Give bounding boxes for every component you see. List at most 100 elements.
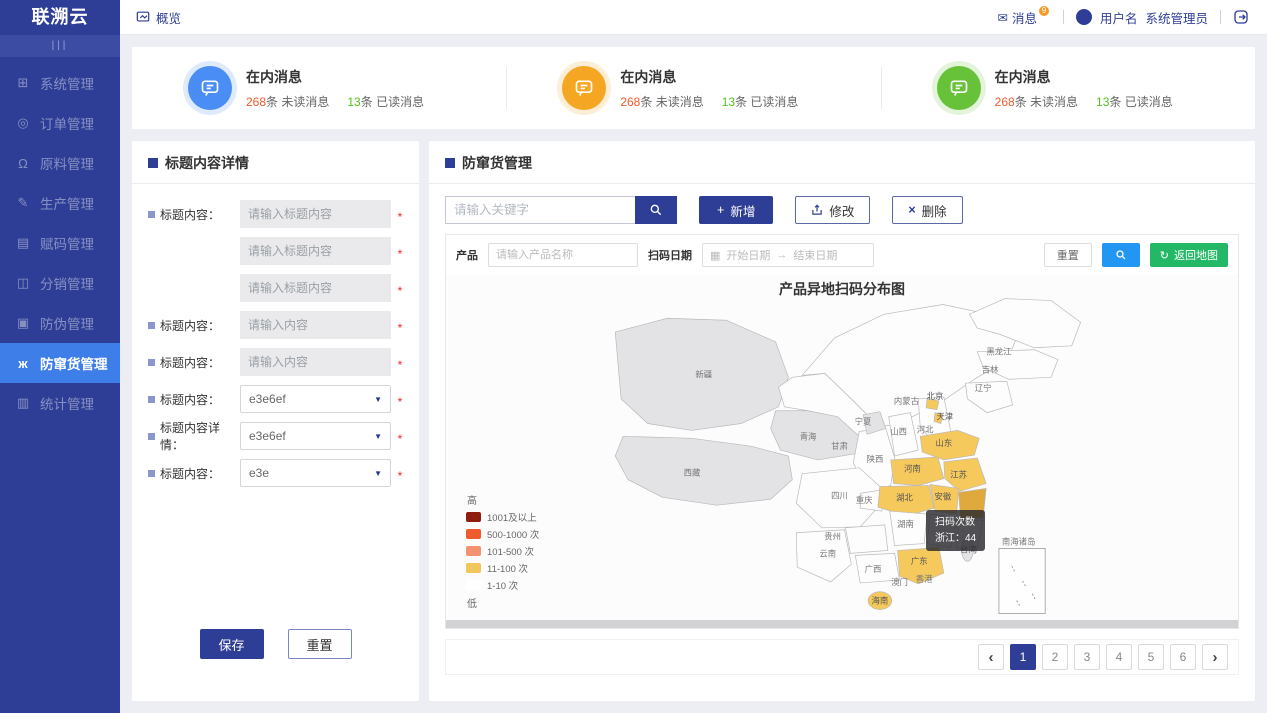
person-icon: ж — [15, 356, 31, 371]
pagination-page-6[interactable]: 6 — [1170, 644, 1196, 670]
province-label: 黑龙江 — [986, 347, 1012, 357]
content-input-2[interactable] — [240, 348, 391, 376]
sidebar-item-statistics[interactable]: ▥统计管理 — [0, 383, 120, 423]
form-row: 标题内容： e3e6ef▼ * — [148, 385, 405, 413]
keyword-input[interactable] — [445, 196, 635, 224]
sidebar-item-system[interactable]: ⊞系统管理 — [0, 63, 120, 103]
messages-link[interactable]: ✉ 消息 9 — [997, 8, 1051, 27]
legend-low: 低 — [467, 595, 539, 610]
read-count: 13 — [722, 95, 735, 109]
title-input-1[interactable] — [240, 200, 391, 228]
read-count: 13 — [347, 95, 360, 109]
province-label: 江苏 — [950, 470, 967, 480]
pagination-prev[interactable]: ‹ — [978, 644, 1004, 670]
province-label: 广西 — [865, 564, 882, 574]
logout-button[interactable] — [1233, 9, 1249, 25]
title-detail-panel: 标题内容详情 标题内容： * * — [132, 141, 419, 701]
title-form: 标题内容： * * * — [132, 184, 419, 487]
chat-bubble-icon — [188, 66, 232, 110]
divider — [1063, 10, 1064, 24]
sidebar-item-materials[interactable]: Ω原料管理 — [0, 143, 120, 183]
province-shape-xizang[interactable] — [615, 436, 792, 505]
app-root: 联溯云 ||| ⊞系统管理 ◎订单管理 Ω原料管理 ✎生产管理 ▤赋码管理 ◫分… — [0, 0, 1267, 713]
map-bottom-strip — [446, 620, 1238, 628]
topbar-right: ✉ 消息 9 用户名 系统管理员 — [997, 8, 1249, 27]
title-detail-select[interactable]: e3e6ef▼ — [240, 422, 391, 450]
user-menu[interactable]: 用户名 系统管理员 — [1076, 8, 1208, 27]
form-row: 标题内容： * — [148, 311, 405, 339]
pagination-page-4[interactable]: 4 — [1106, 644, 1132, 670]
field-bullet — [148, 211, 155, 218]
cube-icon: ⊞ — [15, 75, 31, 91]
sidebar-item-production[interactable]: ✎生产管理 — [0, 183, 120, 223]
form-row: * — [148, 274, 405, 302]
anti-channel-panel: 防窜货管理 +新增 修改 — [429, 141, 1255, 701]
sidebar-item-anti-fake[interactable]: ▣防伪管理 — [0, 303, 120, 343]
province-label: 山西 — [890, 426, 907, 436]
china-map: 产品异地扫码分布图 — [446, 275, 1238, 628]
province-label: 山东 — [935, 438, 952, 448]
content-input-1[interactable] — [240, 311, 391, 339]
required-mark: * — [395, 432, 405, 446]
required-mark: * — [395, 358, 405, 372]
sidebar-item-orders[interactable]: ◎订单管理 — [0, 103, 120, 143]
message-card-internal-2[interactable]: 在内消息 268条 未读消息13条 已读消息 — [506, 47, 880, 129]
sidebar-item-coding[interactable]: ▤赋码管理 — [0, 223, 120, 263]
required-mark: * — [395, 469, 405, 483]
field-bullet — [148, 433, 155, 440]
back-to-map-button[interactable]: ↻返回地图 — [1150, 243, 1228, 267]
province-label: 香港 — [916, 574, 933, 584]
pagination-page-3[interactable]: 3 — [1074, 644, 1100, 670]
save-button[interactable]: 保存 — [200, 629, 264, 659]
form-row: 标题内容： * — [148, 348, 405, 376]
title-select-2[interactable]: e3e▼ — [240, 459, 391, 487]
tooltip-title: 扫码次数 — [935, 515, 976, 531]
filter-reset-button[interactable]: 重置 — [1044, 243, 1092, 267]
province-label: 内蒙古 — [894, 396, 919, 406]
unread-count: 268 — [995, 95, 1015, 109]
province-label: 河南 — [904, 464, 921, 474]
province-label: 重庆 — [856, 495, 873, 505]
message-count-badge: 9 — [1039, 6, 1049, 16]
title-input-2[interactable] — [240, 237, 391, 265]
sidebar-item-anti-channel[interactable]: ж防窜货管理 — [0, 343, 120, 383]
reset-button[interactable]: 重置 — [288, 629, 352, 659]
breadcrumb[interactable]: 概览 — [136, 8, 181, 27]
china-map-svg[interactable]: 新疆 西藏 青海 甘肃 宁夏 内蒙古 黑龙江 吉林 辽宁 北京 天津 — [446, 288, 1238, 623]
add-button[interactable]: +新增 — [699, 196, 773, 224]
legend-swatch — [466, 563, 481, 573]
delete-button[interactable]: ×删除 — [892, 196, 962, 224]
title-select-1[interactable]: e3e6ef▼ — [240, 385, 391, 413]
product-input[interactable] — [488, 243, 638, 267]
app-logo: 联溯云 — [0, 0, 120, 35]
sidebar-collapse-toggle[interactable]: ||| — [0, 35, 120, 57]
required-mark: * — [395, 321, 405, 335]
pagination: ‹ 1 2 3 4 5 6 › — [445, 639, 1239, 675]
field-bullet — [148, 322, 155, 329]
required-mark: * — [395, 284, 405, 298]
scan-date-label: 扫码日期 — [648, 247, 692, 263]
pagination-page-2[interactable]: 2 — [1042, 644, 1068, 670]
pagination-next[interactable]: › — [1202, 644, 1228, 670]
province-shape-guizhou[interactable] — [845, 525, 887, 554]
map-title: 产品异地扫码分布图 — [446, 279, 1238, 299]
message-cards: 在内消息 268条 未读消息13条 已读消息 在内消息 268条 未读消息13条… — [132, 47, 1255, 129]
avatar — [1076, 9, 1092, 25]
province-label: 四川 — [831, 490, 848, 500]
edit-button[interactable]: 修改 — [795, 196, 870, 224]
south-china-sea-inset — [999, 548, 1045, 613]
message-card-internal-1[interactable]: 在内消息 268条 未读消息13条 已读消息 — [132, 47, 506, 129]
province-label: 辽宁 — [975, 383, 992, 393]
pagination-page-1[interactable]: 1 — [1010, 644, 1036, 670]
title-input-3[interactable] — [240, 274, 391, 302]
main-column: 概览 ✉ 消息 9 用户名 系统管理员 — [120, 0, 1267, 713]
sidebar-item-distribution[interactable]: ◫分销管理 — [0, 263, 120, 303]
filter-search-button[interactable] — [1102, 243, 1140, 267]
message-card-internal-3[interactable]: 在内消息 268条 未读消息13条 已读消息 — [881, 47, 1255, 129]
report-icon: ▥ — [15, 395, 31, 411]
date-range-input[interactable]: ▦ 开始日期 → 结束日期 — [702, 243, 874, 267]
pagination-page-5[interactable]: 5 — [1138, 644, 1164, 670]
required-mark: * — [395, 395, 405, 409]
search-button[interactable] — [635, 196, 677, 224]
search-icon — [1115, 249, 1127, 261]
